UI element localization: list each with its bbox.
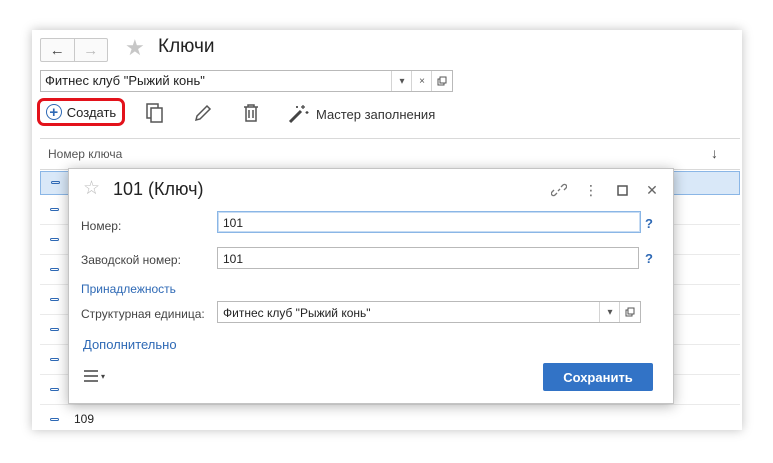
item-icon — [51, 181, 60, 184]
item-icon — [50, 328, 59, 331]
nav-buttons: ← → — [40, 38, 108, 62]
fill-wizard-label: Мастер заполнения — [316, 106, 436, 122]
open-icon[interactable] — [619, 302, 640, 322]
delete-trash-icon[interactable] — [240, 102, 262, 124]
page-title: Ключи — [158, 36, 215, 57]
back-button[interactable]: ← — [41, 39, 74, 61]
forward-button[interactable]: → — [73, 39, 108, 61]
number-input[interactable]: 101 — [217, 211, 641, 233]
link-icon[interactable] — [550, 181, 568, 199]
serial-number-input[interactable]: 101 — [217, 247, 639, 269]
dropdown-arrow-icon[interactable]: ▾ — [599, 302, 620, 322]
item-icon — [50, 418, 59, 421]
number-input-value: 101 — [223, 216, 244, 230]
help-icon[interactable]: ? — [645, 251, 653, 266]
serial-number-input-value: 101 — [223, 252, 244, 266]
magic-wand-icon — [288, 105, 309, 124]
dialog-title: 101 (Ключ) — [113, 179, 204, 199]
save-button[interactable]: Сохранить — [543, 363, 653, 391]
organization-select[interactable]: Фитнес клуб "Рыжий конь" ▾ × — [40, 70, 453, 92]
create-button[interactable]: + Создать — [37, 98, 125, 126]
dropdown-arrow-icon[interactable]: ▾ — [391, 71, 412, 91]
open-icon[interactable] — [431, 71, 452, 91]
edit-pencil-icon[interactable] — [192, 102, 214, 124]
item-icon — [50, 268, 59, 271]
table-header: Номер ключа ↓ — [40, 139, 740, 170]
item-icon — [50, 388, 59, 391]
key-form-dialog: ☆ 101 (Ключ) ⋮ ✕ Номер: 101 ? Заводской … — [68, 168, 674, 404]
number-label: Номер: — [81, 219, 122, 233]
create-button-label: Создать — [66, 104, 117, 120]
ownership-group-link[interactable]: Принадлежность — [81, 282, 176, 296]
additional-section-link[interactable]: Дополнительно — [83, 337, 177, 352]
maximize-icon[interactable] — [613, 181, 631, 199]
structural-unit-value: Фитнес клуб "Рыжий конь" — [223, 306, 371, 320]
close-icon[interactable]: ✕ — [643, 181, 661, 199]
table-row[interactable]: 109 — [40, 405, 740, 430]
favorite-star-icon[interactable]: ☆ — [83, 179, 100, 199]
sort-arrow-icon[interactable]: ↓ — [711, 145, 718, 161]
structural-unit-select[interactable]: Фитнес клуб "Рыжий конь" ▾ — [217, 301, 641, 323]
plus-icon: + — [45, 104, 62, 120]
organization-select-value: Фитнес клуб "Рыжий конь" — [45, 73, 205, 88]
favorite-star-icon[interactable]: ★ — [125, 37, 145, 59]
item-icon — [50, 298, 59, 301]
serial-number-label: Заводской номер: — [81, 253, 181, 267]
chevron-down-icon: ▾ — [101, 371, 106, 381]
fill-wizard-button[interactable]: Мастер заполнения — [288, 104, 435, 124]
hamburger-menu-icon — [84, 370, 98, 382]
copy-icon[interactable] — [144, 102, 166, 124]
column-header-key-number[interactable]: Номер ключа — [48, 147, 122, 161]
clear-icon[interactable]: × — [411, 71, 432, 91]
more-vertical-icon[interactable]: ⋮ — [582, 181, 600, 199]
structural-unit-label: Структурная единица: — [81, 307, 205, 321]
toolbar: + Создать Мастер заполнения — [32, 98, 742, 130]
form-menu-button[interactable]: ▾ — [83, 369, 105, 383]
item-icon — [50, 358, 59, 361]
help-icon[interactable]: ? — [645, 216, 653, 231]
item-icon — [50, 208, 59, 211]
item-icon — [50, 238, 59, 241]
